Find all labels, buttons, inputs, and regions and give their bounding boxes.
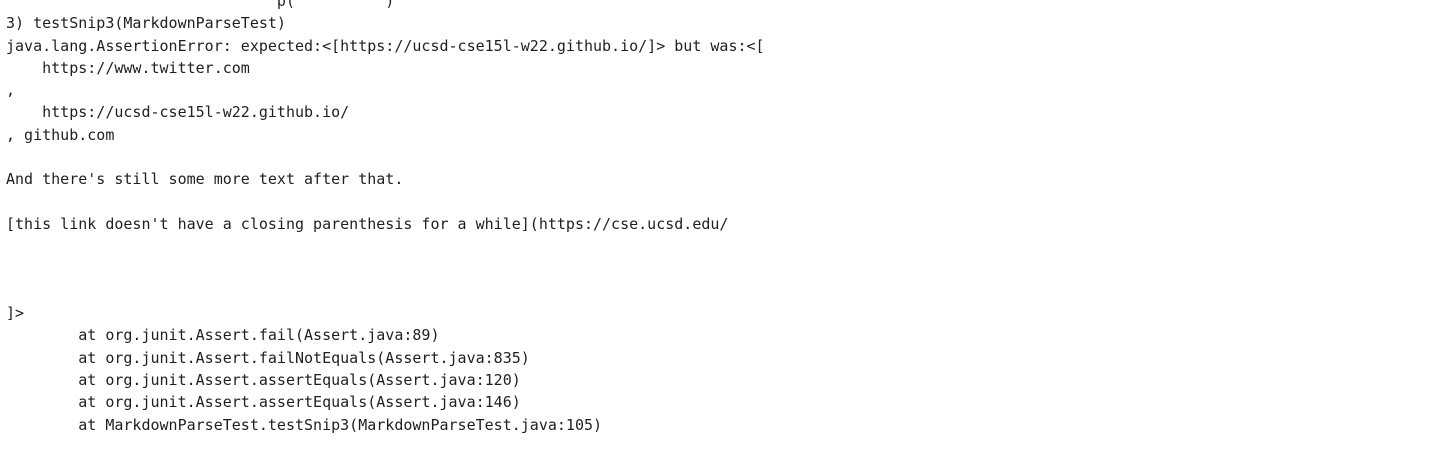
terminal-output[interactable]: p( ) 3) testSnip3(MarkdownParseTest) jav…: [0, 0, 1453, 469]
output-line: at MarkdownParseTest.testSnip3(MarkdownP…: [6, 415, 603, 434]
output-line: 3) testSnip3(MarkdownParseTest): [6, 14, 286, 33]
output-line: ,: [6, 81, 16, 100]
output-line: https://ucsd-cse15l-w22.github.io/: [6, 103, 350, 122]
output-line: , github.com: [6, 125, 115, 144]
output-line: java.lang.AssertionError: expected:<[htt…: [6, 36, 765, 55]
output-line: [this link doesn't have a closing parent…: [6, 214, 729, 233]
output-lines: p( ) 3) testSnip3(MarkdownParseTest) jav…: [6, 0, 765, 436]
output-line: https://www.twitter.com: [6, 58, 250, 77]
output-line: at org.junit.Assert.failNotEquals(Assert…: [6, 348, 530, 367]
output-line: ]>: [6, 304, 25, 323]
output-line: at org.junit.Assert.assertEquals(Assert.…: [6, 393, 521, 412]
output-line: at org.junit.Assert.fail(Assert.java:89): [6, 326, 440, 345]
output-line: And there's still some more text after t…: [6, 170, 404, 189]
output-line: p( ): [6, 0, 395, 10]
output-line: at org.junit.Assert.assertEquals(Assert.…: [6, 371, 521, 390]
